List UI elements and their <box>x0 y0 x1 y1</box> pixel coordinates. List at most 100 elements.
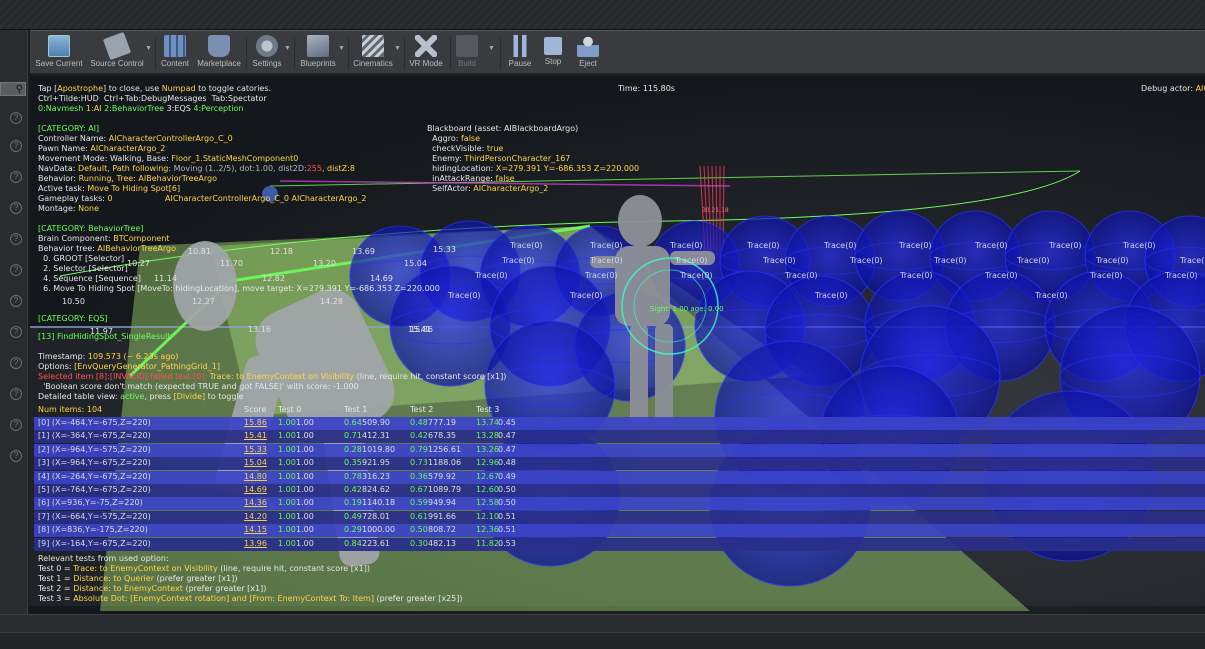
toolbar-label: Content <box>160 59 190 68</box>
cell-score: 13.96 <box>244 538 267 548</box>
trace-label: Trace(0) <box>974 241 1008 250</box>
cell-item: [5] (X=-764,Y=-675,Z=220) <box>38 485 151 494</box>
eject-button[interactable]: Eject <box>572 33 604 73</box>
save-current-button[interactable]: Save Current <box>34 33 84 73</box>
main-toolbar: Save Current Source Control ▼ Content Ma… <box>30 30 1205 74</box>
help-icon[interactable]: ? <box>10 357 22 369</box>
trace-label: Trace(0) <box>1095 256 1129 265</box>
pause-button[interactable]: Pause <box>506 33 534 73</box>
relevant-tests: Relevant tests from used option: Test 0 … <box>38 554 463 603</box>
vr-mode-button[interactable]: VR Mode <box>406 33 446 73</box>
help-icon[interactable]: ? <box>10 112 22 124</box>
cinematics-icon <box>362 35 384 57</box>
cell-item: [2] (X=-964,Y=-575,Z=220) <box>38 444 151 454</box>
cell-t1: 0.42 <box>344 485 362 494</box>
stop-icon <box>544 37 562 55</box>
cell-item: [4] (X=-264,Y=-675,Z=220) <box>38 471 151 481</box>
trace-label: Trace(0) <box>589 256 623 265</box>
help-icon[interactable]: ? <box>10 388 22 400</box>
blackboard-panel: Blackboard (asset: AIBlackboardArgo) Agg… <box>427 124 640 193</box>
cell-t1: 0.28 <box>344 444 362 454</box>
level-viewport[interactable]: Trace(0) Trace(0) Trace(0) Trace(0) Trace(0)… <box>30 76 1205 614</box>
blueprints-button[interactable]: Blueprints <box>296 33 340 73</box>
cinematics-button[interactable]: Cinematics <box>350 33 396 73</box>
settings-button[interactable]: Settings <box>250 33 284 73</box>
search-icon[interactable]: ⚲ <box>16 84 23 95</box>
trace-label: Trace(0) <box>899 271 933 280</box>
sight-label: Sight: 1.00 age: 0.00 <box>650 305 724 313</box>
help-icon[interactable]: ? <box>10 264 22 276</box>
cell-t0b: 1.00 <box>296 525 314 535</box>
chevron-down-icon[interactable]: ▼ <box>488 45 495 52</box>
cell-t3: 12.36 <box>476 525 499 535</box>
cell-t2: 0.36 <box>410 471 428 481</box>
trace-label: Trace(0) <box>589 241 623 250</box>
cell-item: [3] (X=-964,Y=-675,Z=220) <box>38 458 151 468</box>
toolbar-label: Marketplace <box>197 59 241 68</box>
help-icon[interactable]: ? <box>10 171 22 183</box>
cell-t0: 1.00 <box>278 444 296 454</box>
trace-label: Trace(0) <box>784 271 818 280</box>
cell-t3b: 0.50 <box>498 485 516 494</box>
toolbar-label: Eject <box>579 59 597 68</box>
cell-t2b: 949.94 <box>428 498 456 508</box>
chevron-down-icon[interactable]: ▼ <box>338 45 345 52</box>
cell-t3: 11.82 <box>476 538 499 548</box>
cell-score: 14.20 <box>244 511 267 521</box>
help-icon[interactable]: ? <box>10 202 22 214</box>
cell-score: 15.33 <box>244 444 267 454</box>
table-row: [1] (X=-364,Y=-675,Z=220) 15.41 1.00 1.00 0.… <box>34 430 1205 444</box>
cell-t0b: 1.00 <box>296 511 314 521</box>
help-icon[interactable]: ? <box>10 450 22 462</box>
trace-label: Trace(0) <box>501 256 535 265</box>
toolbar-label: Settings <box>252 59 282 68</box>
cell-t1b: 921.95 <box>362 458 390 468</box>
cell-t1: 0.19 <box>344 498 362 508</box>
cell-t0b: 1.00 <box>296 485 314 494</box>
cell-t3: 12.58 <box>476 498 499 508</box>
cell-t0b: 1.00 <box>296 431 314 441</box>
source-control-button[interactable]: Source Control <box>88 31 146 73</box>
chevron-down-icon[interactable]: ▼ <box>394 45 401 52</box>
cell-t3b: 0.45 <box>498 418 516 427</box>
trace-label: Trace(0) <box>509 241 543 250</box>
table-row: [0] (X=-464,Y=-675,Z=220) 15.86 1.00 1.00 0.… <box>34 417 1205 430</box>
cell-t0b: 1.00 <box>296 498 314 508</box>
table-row: [7] (X=-664,Y=-575,Z=220) 14.20 1.00 1.00 0.… <box>34 510 1205 524</box>
marketplace-button[interactable]: Marketplace <box>196 33 242 73</box>
trace-label: Trace(0) <box>823 241 857 250</box>
search-box[interactable]: ⚲ <box>0 82 26 96</box>
cell-t1b: 1140.18 <box>362 498 396 508</box>
build-button[interactable]: Build <box>452 33 482 73</box>
table-row: [9] (X=-164,Y=-675,Z=220) 13.96 1.00 1.00 0.… <box>34 537 1205 551</box>
eqs-details: Timestamp: 109.573 (~ 6.23s ago) Options… <box>38 352 507 401</box>
content-button[interactable]: Content <box>158 33 192 73</box>
cell-t0: 1.00 <box>278 538 296 548</box>
cell-t1b: 412.31 <box>362 431 390 441</box>
help-icon[interactable]: ? <box>10 419 22 431</box>
help-icon[interactable]: ? <box>10 295 22 307</box>
cell-t3b: 0.49 <box>498 471 516 481</box>
cell-t0: 1.00 <box>278 431 296 441</box>
cell-t3: 13.74 <box>476 418 499 427</box>
header-test0: Test 0 <box>278 405 302 414</box>
cell-t2: 0.30 <box>410 538 428 548</box>
cell-t2: 0.73 <box>410 458 428 468</box>
cell-score: 15.86 <box>244 418 267 427</box>
chevron-down-icon[interactable]: ▼ <box>145 45 152 52</box>
cell-t3b: 0.48 <box>498 458 516 468</box>
cell-t3: 12.96 <box>476 458 499 468</box>
toolbar-label: Cinematics <box>353 59 393 68</box>
content-icon <box>164 35 186 57</box>
cell-item: [6] (X=936,Y=-75,Z=220) <box>38 498 143 508</box>
stop-button[interactable]: Stop <box>538 33 568 73</box>
distance-tag: 30.21.18 <box>702 207 729 214</box>
cell-t2b: 991.66 <box>428 511 456 521</box>
chevron-down-icon[interactable]: ▼ <box>284 45 291 52</box>
trace-label: Trace(0) <box>569 291 603 300</box>
help-icon[interactable]: ? <box>10 233 22 245</box>
help-icon[interactable]: ? <box>10 140 22 152</box>
cell-item: [7] (X=-664,Y=-575,Z=220) <box>38 511 151 521</box>
help-icon[interactable]: ? <box>10 326 22 338</box>
cell-t0: 1.00 <box>278 418 296 427</box>
